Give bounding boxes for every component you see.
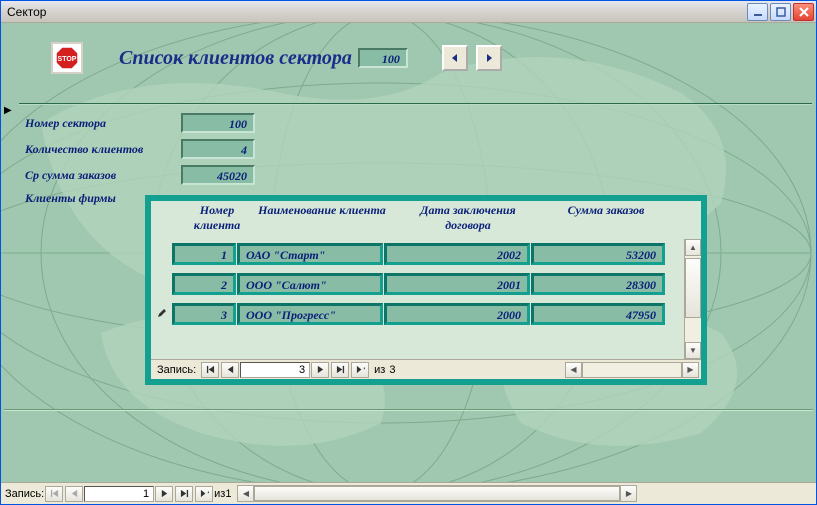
prev-record-button[interactable] — [65, 486, 83, 502]
scroll-track[interactable] — [685, 256, 701, 342]
of-label: из — [214, 488, 225, 500]
new-record-button[interactable]: * — [351, 362, 369, 378]
hscroll-right-button[interactable]: ▶ — [682, 362, 699, 378]
clients-subform: Номер клиента Наименование клиента Дата … — [145, 195, 707, 385]
next-sector-button[interactable] — [476, 45, 502, 71]
col-header-name: Наименование клиента — [249, 203, 395, 233]
cell-name[interactable]: ООО "Салют" — [237, 273, 383, 295]
col-header-num: Номер клиента — [185, 203, 249, 233]
titlebar: Сектор — [1, 1, 816, 23]
sector-number-label: Номер сектора — [25, 116, 181, 131]
cell-num[interactable]: 2 — [172, 273, 236, 295]
main-record-navigator: Запись: * из 1 ◀ ▶ — [1, 482, 816, 504]
total-records: 3 — [389, 364, 395, 376]
edit-row-marker-icon[interactable] — [153, 308, 171, 321]
form-header: STOP Список клиентов сектора 100 — [1, 33, 816, 83]
record-number-input[interactable] — [84, 486, 154, 502]
cell-num[interactable]: 1 — [172, 243, 236, 265]
record-number-input[interactable] — [240, 362, 310, 378]
total-records: 1 — [225, 488, 231, 500]
cell-sum[interactable]: 28300 — [531, 273, 665, 295]
detail-footer-separator — [4, 409, 813, 411]
subform-body: 1 ОАО "Старт" 2002 53200 2 ООО "Салют" 2… — [151, 239, 701, 359]
avg-sum-field: 45020 — [181, 165, 255, 185]
hscroll-left-button[interactable]: ◀ — [565, 362, 582, 378]
last-record-button[interactable] — [331, 362, 349, 378]
page-title: Список клиентов сектора — [119, 47, 352, 70]
subform-header-row: Номер клиента Наименование клиента Дата … — [151, 201, 701, 239]
first-record-button[interactable] — [45, 486, 63, 502]
table-row: 3 ООО "Прогресс" 2000 47950 — [151, 299, 684, 329]
cell-name[interactable]: ООО "Прогресс" — [237, 303, 383, 325]
subform-record-navigator: Запись: * из 3 ◀ ▶ — [151, 359, 701, 379]
maximize-button[interactable] — [770, 3, 791, 21]
client-count-label: Количество клиентов — [25, 142, 181, 157]
record-label: Запись: — [157, 364, 196, 376]
table-row: 1 ОАО "Старт" 2002 53200 — [151, 239, 684, 269]
cell-num[interactable]: 3 — [172, 303, 236, 325]
cell-name[interactable]: ОАО "Старт" — [237, 243, 383, 265]
cell-sum[interactable]: 47950 — [531, 303, 665, 325]
cell-sum[interactable]: 53200 — [531, 243, 665, 265]
next-record-button[interactable] — [311, 362, 329, 378]
hscroll-right-button[interactable]: ▶ — [620, 485, 637, 502]
next-record-button[interactable] — [155, 486, 173, 502]
sector-number-field[interactable]: 100 — [181, 113, 255, 133]
hscroll-track[interactable] — [582, 362, 682, 378]
hscroll-thumb[interactable] — [254, 486, 620, 501]
subform-vertical-scrollbar[interactable]: ▲ ▼ — [684, 239, 701, 359]
close-button[interactable] — [793, 3, 814, 21]
form-content: STOP Список клиентов сектора 100 ▶ Номер… — [1, 23, 816, 482]
svg-text:STOP: STOP — [58, 56, 77, 63]
of-label: из — [374, 364, 385, 376]
last-record-button[interactable] — [175, 486, 193, 502]
scroll-down-button[interactable]: ▼ — [685, 342, 701, 359]
hscroll-track[interactable] — [254, 485, 620, 502]
prev-record-button[interactable] — [221, 362, 239, 378]
main-horizontal-scrollbar[interactable]: ◀ ▶ — [237, 485, 637, 502]
record-label: Запись: — [5, 488, 44, 500]
app-window: Сектор — [0, 0, 817, 505]
first-record-button[interactable] — [201, 362, 219, 378]
new-record-button[interactable]: * — [195, 486, 213, 502]
svg-text:*: * — [207, 489, 209, 498]
sector-code-display: 100 — [358, 48, 408, 68]
table-row: 2 ООО "Салют" 2001 28300 — [151, 269, 684, 299]
svg-text:*: * — [363, 365, 365, 374]
prev-sector-button[interactable] — [442, 45, 468, 71]
client-count-field: 4 — [181, 139, 255, 159]
hscroll-left-button[interactable]: ◀ — [237, 485, 254, 502]
cell-date[interactable]: 2001 — [384, 273, 530, 295]
scroll-up-button[interactable]: ▲ — [685, 239, 701, 256]
stop-icon[interactable]: STOP — [51, 42, 83, 74]
minimize-button[interactable] — [747, 3, 768, 21]
col-header-date: Дата заключения договора — [395, 203, 541, 233]
avg-sum-label: Ср сумма заказов — [25, 168, 181, 183]
col-header-sum: Сумма заказов — [541, 203, 671, 233]
cell-date[interactable]: 2000 — [384, 303, 530, 325]
separator — [19, 103, 812, 105]
current-record-marker: ▶ — [4, 105, 14, 116]
window-title: Сектор — [7, 5, 745, 19]
scroll-thumb[interactable] — [685, 258, 701, 318]
cell-date[interactable]: 2002 — [384, 243, 530, 265]
